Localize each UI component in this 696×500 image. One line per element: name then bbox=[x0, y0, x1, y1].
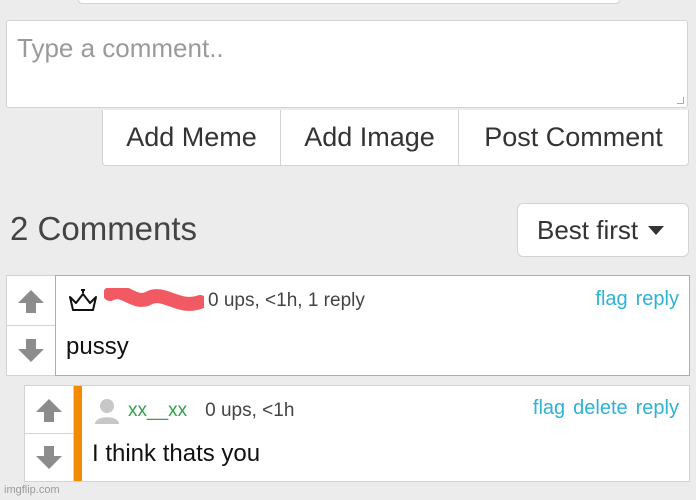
imgflip-watermark: imgflip.com bbox=[4, 484, 60, 496]
flag-link[interactable]: flag bbox=[595, 288, 627, 311]
comment-actions: flag delete reply bbox=[533, 397, 679, 420]
comment-input-box[interactable] bbox=[6, 20, 688, 108]
upvote-arrow-icon bbox=[36, 398, 62, 422]
downvote-arrow-icon bbox=[18, 338, 44, 362]
downvote-arrow-icon bbox=[36, 445, 62, 469]
delete-link[interactable]: delete bbox=[573, 397, 628, 420]
add-image-button[interactable]: Add Image bbox=[280, 110, 458, 165]
comments-count-title: 2 Comments bbox=[10, 210, 198, 247]
redaction-scribble bbox=[103, 285, 207, 311]
comment-meta: 0 ups, <1h, 1 reply bbox=[68, 285, 365, 314]
comment-item: 0 ups, <1h, 1 reply flag reply pussy bbox=[6, 275, 690, 376]
flag-link[interactable]: flag bbox=[533, 397, 565, 420]
comment-body: xx__xx 0 ups, <1h flag delete reply I th… bbox=[73, 386, 689, 481]
resize-grip-icon[interactable] bbox=[677, 97, 684, 104]
downvote-button[interactable] bbox=[25, 433, 73, 481]
add-meme-button[interactable]: Add Meme bbox=[103, 110, 280, 165]
composer-actions: Add Meme Add Image Post Comment bbox=[102, 110, 689, 166]
sort-dropdown[interactable]: Best first bbox=[517, 203, 689, 257]
downvote-button[interactable] bbox=[7, 325, 55, 375]
username-link[interactable]: xx__xx bbox=[128, 400, 187, 422]
comment-meta: xx__xx 0 ups, <1h bbox=[92, 396, 294, 426]
upvote-button[interactable] bbox=[7, 276, 55, 325]
reply-link[interactable]: reply bbox=[636, 397, 679, 420]
sort-selected-label: Best first bbox=[537, 214, 639, 245]
comment-actions: flag reply bbox=[595, 288, 679, 311]
comment-text: I think thats you bbox=[92, 440, 261, 467]
comment-meta-text: 0 ups, <1h bbox=[205, 400, 295, 421]
default-avatar-icon bbox=[95, 399, 119, 424]
reply-accent-bar bbox=[74, 386, 82, 481]
upvote-arrow-icon bbox=[18, 289, 44, 313]
comment-body: 0 ups, <1h, 1 reply flag reply pussy bbox=[55, 275, 690, 376]
comment-meta-text: 0 ups, <1h, 1 reply bbox=[208, 290, 365, 311]
crown-icon bbox=[69, 289, 97, 311]
redacted-username bbox=[103, 285, 207, 314]
upvote-button[interactable] bbox=[25, 386, 73, 433]
vote-column bbox=[7, 276, 55, 375]
reply-link[interactable]: reply bbox=[636, 288, 679, 311]
vote-column bbox=[25, 386, 73, 481]
caret-down-icon bbox=[648, 225, 665, 235]
previous-input-edge bbox=[78, 0, 620, 4]
comment-text: pussy bbox=[66, 333, 129, 360]
comment-textarea[interactable] bbox=[7, 21, 687, 107]
post-comment-button[interactable]: Post Comment bbox=[458, 110, 688, 165]
reply-comment-item: xx__xx 0 ups, <1h flag delete reply I th… bbox=[24, 385, 690, 482]
